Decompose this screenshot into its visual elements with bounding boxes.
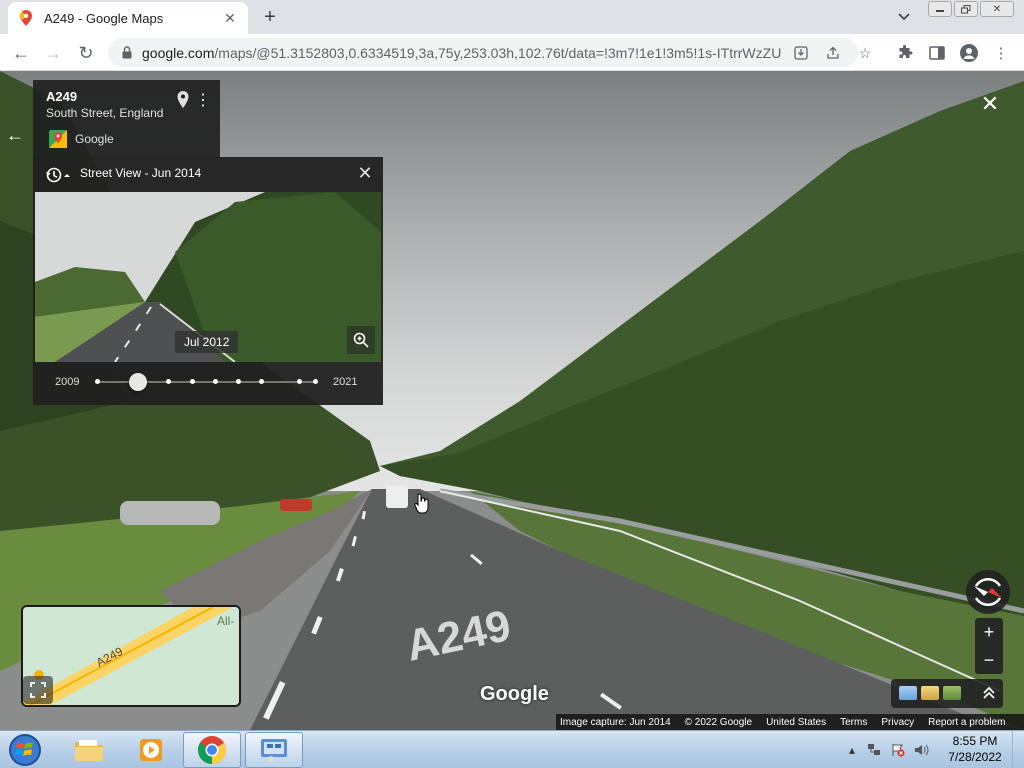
terms-link[interactable]: Terms	[840, 717, 867, 728]
minimap-place-label: All-	[217, 614, 234, 628]
copyright-text: © 2022 Google	[684, 716, 753, 728]
layer-thumbnail-map[interactable]	[921, 686, 939, 700]
address-bar[interactable]: google.com/maps/@51.3152803,0.6334519,3a…	[108, 38, 871, 67]
media-player-icon[interactable]	[122, 732, 180, 768]
thumbnail-date-label: Jul 2012	[175, 331, 239, 353]
street-view-history-panel: Street View - Jun 2014 ✕ Jul 2012 2009 2…	[33, 157, 383, 405]
control-panel-icon[interactable]	[245, 732, 303, 768]
zoom-in-button[interactable]: +	[975, 618, 1003, 646]
close-window-button[interactable]: ✕	[980, 1, 1014, 17]
volume-speaker-icon[interactable]	[914, 743, 930, 757]
compass-icon[interactable]	[966, 570, 1010, 614]
browser-toolbar: ← → ↻ google.com/maps/@51.3152803,0.6334…	[0, 34, 1024, 71]
timeline-slider-handle[interactable]	[129, 373, 147, 391]
reload-icon[interactable]: ↻	[73, 40, 99, 66]
tab-strip: A249 - Google Maps ✕ + ✕	[0, 0, 1024, 34]
back-arrow-icon[interactable]: ←	[0, 120, 30, 150]
file-explorer-icon[interactable]	[60, 732, 118, 768]
timeline-dot[interactable]	[236, 379, 241, 384]
timeline-dot[interactable]	[313, 379, 318, 384]
close-tab-icon[interactable]: ✕	[222, 10, 238, 26]
timeline-dot[interactable]	[166, 379, 171, 384]
zoom-in-magnifier-icon[interactable]	[347, 326, 375, 354]
extensions-puzzle-icon[interactable]	[894, 42, 916, 64]
action-center-flag-icon[interactable]	[890, 743, 906, 757]
more-options-icon[interactable]: ⋮	[195, 90, 211, 110]
minimize-button[interactable]	[928, 1, 952, 17]
close-street-view-icon[interactable]: ✕	[978, 91, 1002, 116]
url-text[interactable]: google.com/maps/@51.3152803,0.6334519,3a…	[142, 45, 782, 61]
privacy-link[interactable]: Privacy	[881, 717, 914, 728]
google-maps-logo-icon	[49, 130, 67, 148]
chrome-taskbar-icon[interactable]	[183, 732, 241, 768]
browser-tab[interactable]: A249 - Google Maps ✕	[8, 2, 248, 34]
show-desktop-button[interactable]	[1012, 731, 1024, 768]
tab-search-chevron-icon[interactable]	[894, 8, 914, 26]
region-link[interactable]: United States	[766, 717, 826, 728]
layer-thumbnail-satellite[interactable]	[943, 686, 961, 700]
lock-icon[interactable]	[120, 46, 134, 60]
report-problem-link[interactable]: Report a problem	[928, 717, 1005, 728]
back-arrow-icon[interactable]: ←	[8, 40, 34, 66]
history-thumbnail[interactable]: Jul 2012	[35, 192, 381, 362]
timeline-dot[interactable]	[259, 379, 264, 384]
place-title: A249	[46, 89, 78, 104]
imagery-brand: Google	[75, 132, 114, 146]
zoom-control: + −	[975, 618, 1003, 674]
forward-arrow-icon[interactable]: →	[40, 40, 66, 66]
clock-date[interactable]: 7/28/2022	[946, 750, 1004, 764]
expand-map-icon[interactable]	[23, 676, 53, 704]
network-icon[interactable]	[866, 743, 882, 757]
zoom-out-button[interactable]: −	[975, 646, 1003, 674]
timeline-dot[interactable]	[190, 379, 195, 384]
location-pin-icon[interactable]	[175, 90, 191, 110]
history-title: Street View - Jun 2014	[80, 166, 202, 180]
screen: A249 - Google Maps ✕ + ✕ ← → ↻ google.co…	[0, 0, 1024, 768]
expand-layers-chevron-icon[interactable]	[979, 683, 999, 703]
google-watermark: Google	[480, 683, 549, 705]
minimap[interactable]: A249 All-	[21, 605, 241, 707]
history-clock-icon[interactable]	[45, 166, 71, 184]
place-info-card[interactable]: A249 South Street, England Google ⋮	[33, 80, 220, 158]
place-subtitle: South Street, England	[46, 106, 164, 120]
install-app-icon[interactable]	[792, 44, 810, 62]
show-hidden-icons-icon[interactable]: ▴	[844, 743, 860, 757]
new-tab-button[interactable]: +	[258, 6, 282, 28]
bookmark-star-icon[interactable]: ☆	[856, 44, 874, 62]
timeline-dot[interactable]	[95, 379, 100, 384]
close-history-icon[interactable]: ✕	[355, 163, 375, 183]
chrome-menu-icon[interactable]: ⋮	[990, 42, 1012, 64]
maps-pin-icon	[18, 10, 34, 26]
clock-time[interactable]: 8:55 PM	[950, 734, 1000, 748]
share-icon[interactable]	[824, 44, 842, 62]
hand-cursor-icon	[414, 493, 429, 514]
windows-taskbar: ▴ 8:55 PM 7/28/2022	[0, 730, 1024, 768]
windows-start-icon[interactable]	[4, 732, 46, 768]
imagery-layers-bar	[891, 679, 1003, 708]
timeline-dot[interactable]	[213, 379, 218, 384]
layer-thumbnail-sky[interactable]	[899, 686, 917, 700]
timeline-end-year: 2021	[333, 376, 358, 388]
timeline-start-year: 2009	[55, 376, 80, 388]
image-capture-date: Image capture: Jun 2014	[560, 716, 671, 728]
timeline-dot[interactable]	[297, 379, 302, 384]
history-header: Street View - Jun 2014 ✕	[33, 157, 383, 191]
profile-avatar-icon[interactable]	[958, 42, 980, 64]
attribution-bar: Image capture: Jun 2014 © 2022 Google Un…	[556, 714, 1024, 730]
tab-title: A249 - Google Maps	[44, 10, 164, 26]
side-panel-icon[interactable]	[926, 42, 948, 64]
restore-button[interactable]	[954, 1, 978, 17]
